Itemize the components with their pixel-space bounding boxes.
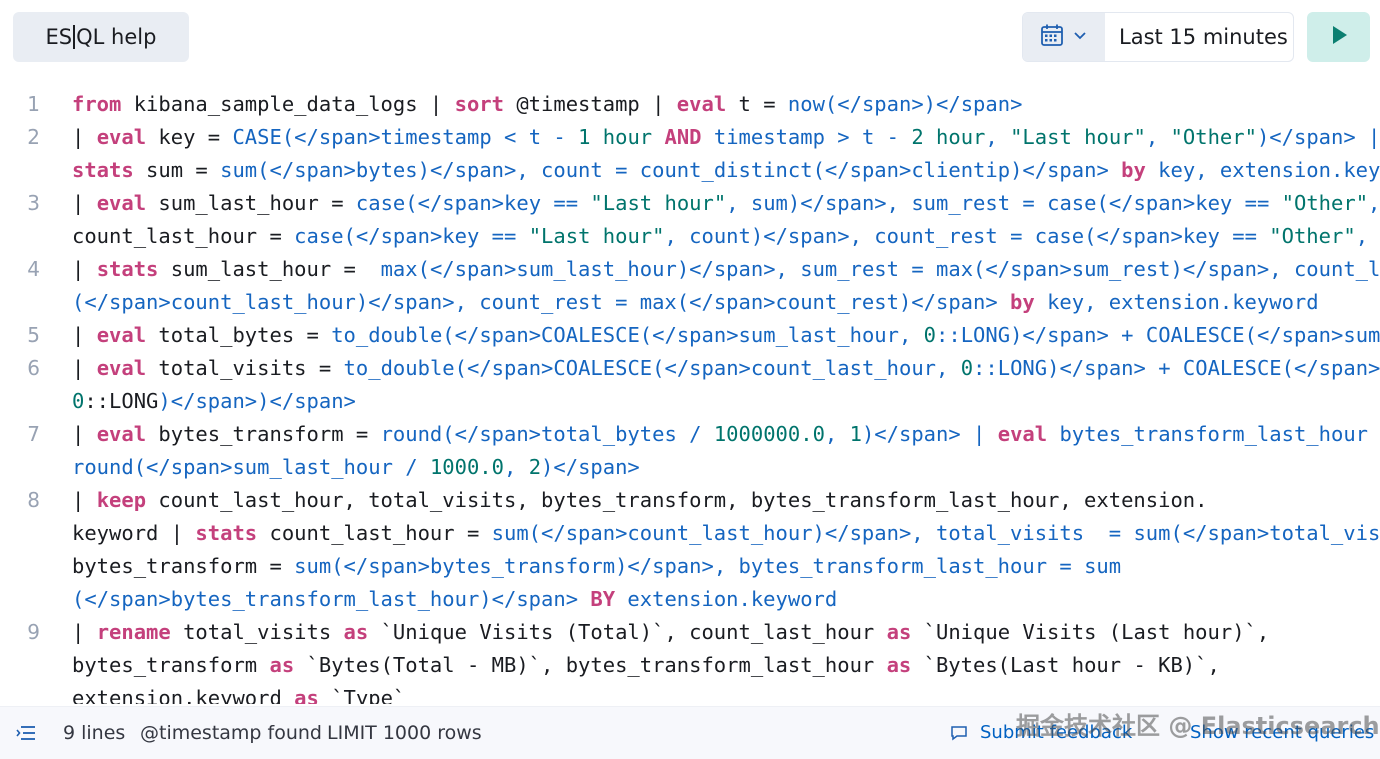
line-number: 5 bbox=[27, 323, 40, 347]
code-line: (</span>count_last_hour)</span>, count_r… bbox=[72, 290, 1319, 314]
esql-help-button[interactable]: ES QL help bbox=[13, 12, 189, 62]
code-line: | stats sum_last_hour = max(</span>sum_l… bbox=[72, 257, 1380, 281]
code-line: round(</span>sum_last_hour / 1000.0, 2)<… bbox=[72, 455, 640, 479]
line-number: 1 bbox=[27, 92, 40, 116]
timestamp-status: @timestamp found bbox=[140, 722, 322, 744]
time-range-display[interactable]: Last 15 minutes bbox=[1119, 13, 1288, 61]
line-count: 9 lines bbox=[63, 722, 126, 744]
esql-help-label-right: QL help bbox=[76, 25, 157, 49]
code-line: | eval total_bytes = to_double(</span>CO… bbox=[72, 323, 1380, 347]
line-number: 7 bbox=[27, 422, 40, 446]
code-line: from kibana_sample_data_logs | sort @tim… bbox=[72, 92, 1023, 116]
code-line: count_last_hour = case(</span>key == "La… bbox=[72, 224, 1369, 248]
code-line: bytes_transform = sum(</span>bytes_trans… bbox=[72, 554, 1122, 578]
line-number: 2 bbox=[27, 125, 40, 149]
code-line: | eval sum_last_hour = case(</span>key =… bbox=[72, 191, 1380, 215]
feedback-icon bbox=[950, 725, 968, 745]
line-number: 6 bbox=[27, 356, 40, 380]
line-number: 3 bbox=[27, 191, 40, 215]
code-line: | keep count_last_hour, total_visits, by… bbox=[72, 488, 1208, 512]
date-picker: Last 15 minutes bbox=[1022, 12, 1294, 62]
code-line: | eval bytes_transform = round(</span>to… bbox=[72, 422, 1380, 446]
code-line: 0::LONG)</span>)</span> bbox=[72, 389, 356, 413]
line-number: 9 bbox=[27, 620, 40, 644]
code-line: (</span>bytes_transform_last_hour)</span… bbox=[72, 587, 838, 611]
quick-menu-toggle[interactable] bbox=[1023, 13, 1105, 61]
line-number: 4 bbox=[27, 257, 40, 281]
code-line: | eval total_visits = to_double(</span>C… bbox=[72, 356, 1380, 380]
code-line: bytes_transform as `Bytes(Total - MB)`, … bbox=[72, 653, 1220, 677]
run-query-button[interactable] bbox=[1307, 12, 1370, 62]
esql-query-editor[interactable]: 1 2 3 4 5 6 7 8 9 from kibana_sample_dat… bbox=[0, 86, 1380, 704]
code-line: stats sum = sum(</span>bytes)</span>, co… bbox=[72, 158, 1380, 182]
list-toggle-icon[interactable] bbox=[16, 724, 36, 746]
code-line: | rename total_visits as `Unique Visits … bbox=[72, 620, 1270, 644]
watermark: 掘金技术社区 @ Elasticsearch bbox=[1016, 712, 1380, 740]
code-line: | eval key = CASE(</span>timestamp < t -… bbox=[72, 125, 1380, 149]
query-toolbar: ES QL help Last 15 minutes bbox=[0, 0, 1380, 76]
chevron-down-icon bbox=[1072, 27, 1088, 47]
text-cursor bbox=[73, 25, 76, 49]
calendar-icon bbox=[1040, 23, 1064, 51]
play-icon bbox=[1329, 24, 1349, 50]
esql-help-label-left: ES bbox=[45, 25, 73, 49]
code-line: extension.keyword as `Type` bbox=[72, 686, 406, 704]
limit-status: LIMIT 1000 rows bbox=[327, 722, 482, 744]
code-line: keyword | stats count_last_hour = sum(</… bbox=[72, 521, 1380, 545]
line-number: 8 bbox=[27, 488, 40, 512]
